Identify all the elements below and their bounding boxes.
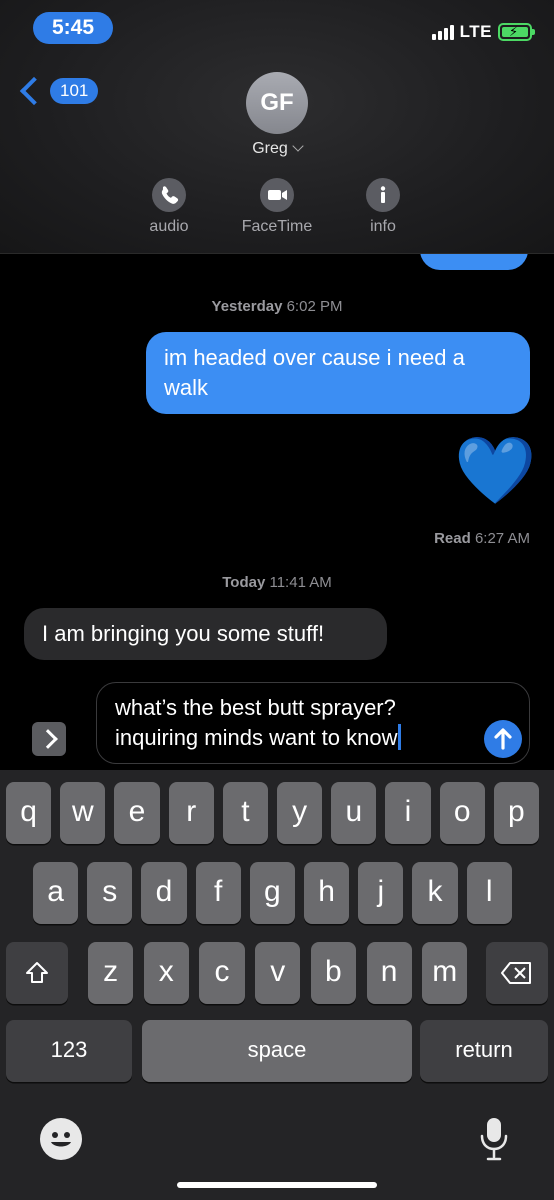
- home-indicator: [177, 1182, 377, 1188]
- audio-call-button[interactable]: audio: [124, 178, 214, 236]
- key-s[interactable]: s: [87, 862, 133, 924]
- send-button[interactable]: [484, 720, 522, 758]
- message-input-line: inquiring minds want to know: [115, 725, 398, 750]
- space-key[interactable]: space: [142, 1020, 412, 1082]
- conversation-header: 5:45 LTE ⚡ 101 GF Greg audio FaceTime in…: [0, 0, 554, 254]
- key-t[interactable]: t: [222, 782, 268, 844]
- read-label: Read: [434, 530, 471, 547]
- network-type: LTE: [459, 22, 492, 41]
- key-n[interactable]: n: [366, 942, 412, 1004]
- info-button[interactable]: info: [338, 178, 428, 236]
- keyboard: qwertyuiop asdfghjkl zxcvbnm 123 space r…: [0, 770, 554, 1200]
- outgoing-message[interactable]: im headed over cause i need a walk: [146, 332, 530, 414]
- key-k[interactable]: k: [412, 862, 458, 924]
- key-v[interactable]: v: [255, 942, 301, 1004]
- emoji-icon[interactable]: [40, 1118, 82, 1160]
- contact-name: Greg: [252, 140, 288, 157]
- key-i[interactable]: i: [385, 782, 431, 844]
- key-e[interactable]: e: [114, 782, 160, 844]
- key-q[interactable]: q: [6, 782, 52, 844]
- return-key[interactable]: return: [420, 1020, 548, 1082]
- contact-avatar[interactable]: GF: [246, 72, 308, 134]
- key-x[interactable]: x: [143, 942, 189, 1004]
- microphone-icon[interactable]: [476, 1114, 512, 1164]
- key-c[interactable]: c: [199, 942, 245, 1004]
- chevron-down-icon: [292, 140, 304, 152]
- key-u[interactable]: u: [331, 782, 377, 844]
- key-b[interactable]: b: [310, 942, 356, 1004]
- shift-key[interactable]: [6, 942, 68, 1004]
- key-z[interactable]: z: [88, 942, 134, 1004]
- unread-count-badge: 101: [50, 78, 99, 104]
- key-l[interactable]: l: [466, 862, 512, 924]
- info-icon: [366, 178, 400, 212]
- key-j[interactable]: j: [358, 862, 404, 924]
- back-button[interactable]: 101: [16, 76, 99, 106]
- battery-charging-icon: ⚡: [498, 23, 535, 41]
- timestamp-yesterday: Yesterday 6:02 PM: [0, 298, 554, 315]
- info-label: info: [370, 218, 396, 235]
- contact-name-button[interactable]: Greg: [0, 140, 554, 158]
- blue-heart-emoji-message[interactable]: 💙: [454, 430, 536, 510]
- expand-apps-button[interactable]: [32, 722, 66, 756]
- key-w[interactable]: w: [60, 782, 106, 844]
- chevron-left-icon: [19, 76, 49, 106]
- key-f[interactable]: f: [195, 862, 241, 924]
- key-r[interactable]: r: [168, 782, 214, 844]
- key-y[interactable]: y: [277, 782, 323, 844]
- key-p[interactable]: p: [493, 782, 539, 844]
- status-time[interactable]: 5:45: [33, 12, 113, 44]
- key-h[interactable]: h: [304, 862, 350, 924]
- key-a[interactable]: a: [33, 862, 79, 924]
- shift-icon: [26, 962, 48, 983]
- message-input[interactable]: what’s the best butt sprayer? inquiring …: [96, 682, 530, 764]
- timestamp-day: Today: [222, 574, 266, 591]
- facetime-button[interactable]: FaceTime: [232, 178, 322, 236]
- timestamp-time: 6:02 PM: [286, 298, 343, 315]
- read-receipt: Read 6:27 AM: [434, 530, 530, 547]
- read-time: 6:27 AM: [474, 530, 530, 547]
- video-camera-icon: [260, 178, 294, 212]
- delete-key[interactable]: [486, 942, 548, 1004]
- key-d[interactable]: d: [141, 862, 187, 924]
- arrow-up-icon: [494, 728, 512, 750]
- timestamp-day: Yesterday: [211, 298, 283, 315]
- key-m[interactable]: m: [422, 942, 468, 1004]
- numbers-key[interactable]: 123: [6, 1020, 132, 1082]
- timestamp-time: 11:41 AM: [269, 574, 332, 591]
- incoming-message[interactable]: I am bringing you some stuff!: [24, 608, 387, 660]
- phone-icon: [152, 178, 186, 212]
- key-g[interactable]: g: [249, 862, 295, 924]
- message-input-line: what’s the best butt sprayer?: [115, 695, 396, 720]
- delete-backspace-icon: [501, 962, 531, 984]
- facetime-label: FaceTime: [241, 218, 313, 235]
- text-cursor: [398, 724, 402, 750]
- audio-label: audio: [149, 218, 189, 235]
- status-indicators: LTE ⚡: [431, 20, 535, 44]
- key-o[interactable]: o: [439, 782, 485, 844]
- cellular-signal-icon: [431, 24, 454, 40]
- timestamp-today: Today 11:41 AM: [0, 574, 554, 591]
